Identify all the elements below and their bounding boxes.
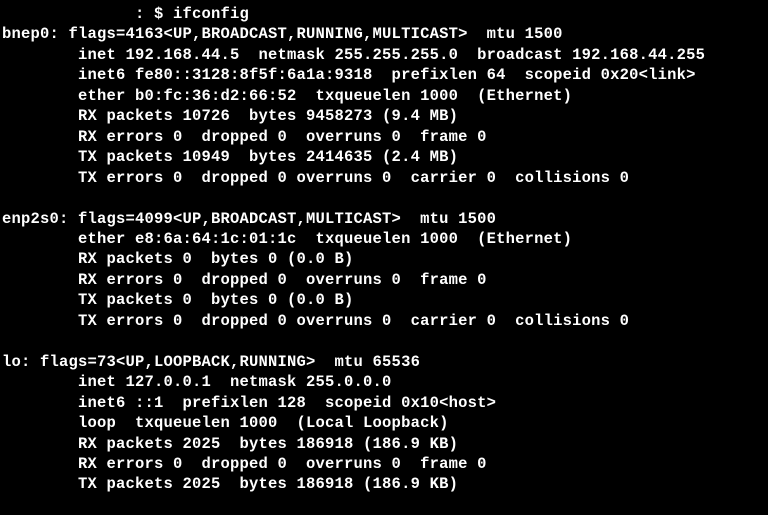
iface-header-enp2s0: enp2s0: flags=4099<UP,BROADCAST,MULTICAS…: [2, 209, 766, 229]
iface-line: TX packets 10949 bytes 2414635 (2.4 MB): [2, 147, 766, 167]
blank-line: [2, 188, 766, 208]
iface-line: TX errors 0 dropped 0 overruns 0 carrier…: [2, 168, 766, 188]
iface-header-lo: lo: flags=73<UP,LOOPBACK,RUNNING> mtu 65…: [2, 352, 766, 372]
iface-line: ether e8:6a:64:1c:01:1c txqueuelen 1000 …: [2, 229, 766, 249]
iface-line: inet 127.0.0.1 netmask 255.0.0.0: [2, 372, 766, 392]
iface-line: ether b0:fc:36:d2:66:52 txqueuelen 1000 …: [2, 86, 766, 106]
iface-line: RX packets 0 bytes 0 (0.0 B): [2, 249, 766, 269]
prompt-line[interactable]: : $ ifconfig: [2, 4, 766, 24]
iface-line: TX packets 0 bytes 0 (0.0 B): [2, 290, 766, 310]
iface-line: RX errors 0 dropped 0 overruns 0 frame 0: [2, 127, 766, 147]
iface-line: inet6 fe80::3128:8f5f:6a1a:9318 prefixle…: [2, 65, 766, 85]
iface-line: loop txqueuelen 1000 (Local Loopback): [2, 413, 766, 433]
iface-line: RX errors 0 dropped 0 overruns 0 frame 0: [2, 454, 766, 474]
iface-line: inet 192.168.44.5 netmask 255.255.255.0 …: [2, 45, 766, 65]
iface-line: inet6 ::1 prefixlen 128 scopeid 0x10<hos…: [2, 393, 766, 413]
iface-line: TX errors 0 dropped 0 overruns 0 carrier…: [2, 311, 766, 331]
iface-line: RX packets 10726 bytes 9458273 (9.4 MB): [2, 106, 766, 126]
prompt-command: ifconfig: [173, 5, 249, 23]
iface-header-bnep0: bnep0: flags=4163<UP,BROADCAST,RUNNING,M…: [2, 24, 766, 44]
iface-line: RX errors 0 dropped 0 overruns 0 frame 0: [2, 270, 766, 290]
iface-line: TX packets 2025 bytes 186918 (186.9 KB): [2, 474, 766, 494]
blank-line: [2, 331, 766, 351]
iface-line: RX packets 2025 bytes 186918 (186.9 KB): [2, 434, 766, 454]
prompt-prefix: : $: [2, 5, 173, 23]
